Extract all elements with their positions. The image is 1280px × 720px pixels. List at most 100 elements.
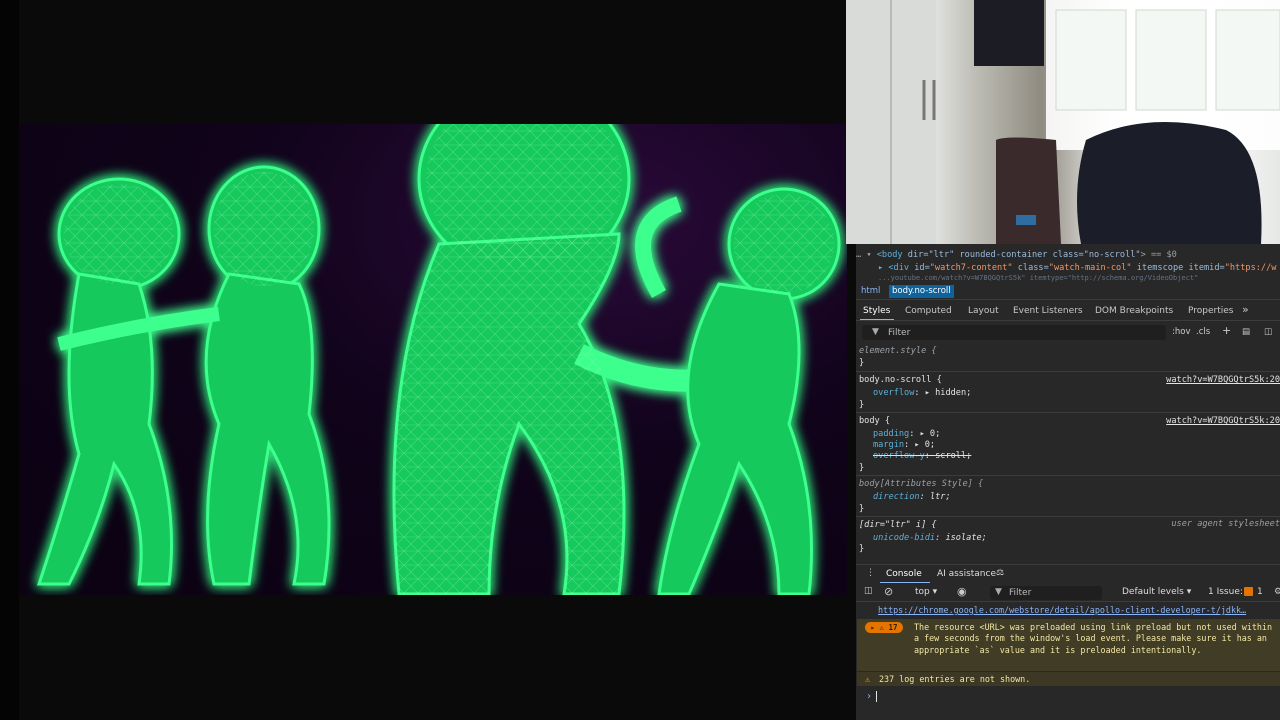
chevron-right-icon: › — [866, 691, 873, 702]
rule-source-link[interactable]: watch?v=W7BQGQtrS5k:20 — [1166, 374, 1280, 386]
warning-icon: ⚠ — [865, 674, 871, 684]
css-property: padding — [873, 429, 910, 439]
dom-node-cut: ...youtube.com/watch?v=W7BQGQtrS5k" item… — [856, 274, 1280, 282]
warning-icon[interactable]: ▸ ⚠ 17 — [865, 622, 903, 633]
context-value: top — [915, 587, 930, 597]
hidden-entries-text: 237 log entries are not shown. — [879, 674, 1031, 684]
rule-selector[interactable]: body { — [859, 415, 890, 427]
console-input-caret[interactable] — [876, 691, 877, 702]
dom-line-prefix: … ▾ — [856, 250, 872, 260]
selector-text: element.style { — [859, 346, 937, 356]
rule-selector[interactable]: [dir="ltr" i] { — [859, 519, 937, 531]
rule-close: } — [859, 358, 865, 368]
rule-source-link[interactable]: watch?v=W7BQGQtrS5k:20 — [1166, 415, 1280, 427]
video-player[interactable] — [0, 0, 856, 720]
context-select[interactable]: top ▾ — [915, 587, 937, 597]
rule-close: } — [859, 504, 865, 514]
console-filter-input[interactable]: ▼ Filter — [990, 586, 1102, 600]
dom-attr-value: "watch-main-col" — [1048, 263, 1132, 273]
dom-attr: class= — [1012, 263, 1049, 273]
css-value: 0; — [929, 429, 941, 439]
active-tab-indicator — [860, 319, 894, 320]
cls-toggle[interactable]: .cls — [1196, 327, 1210, 337]
tab-layout[interactable]: Layout — [968, 306, 999, 316]
dom-tag: ▸ <div — [878, 263, 910, 273]
rule-divider — [856, 516, 1280, 517]
rule-selector[interactable]: body.no-scroll { — [859, 374, 942, 386]
dock-icon[interactable]: ◫ — [864, 586, 873, 596]
neon-wireframe-dancers — [36, 124, 841, 595]
tab-console[interactable]: Console — [886, 569, 922, 579]
issues-label[interactable]: 1 Issue: — [1208, 587, 1243, 597]
rule-selector[interactable]: element.style { — [859, 345, 937, 357]
styles-filter-input[interactable]: ▼ Filter — [862, 325, 1166, 340]
tab-dom-breakpoints[interactable]: DOM Breakpoints — [1095, 306, 1173, 316]
video-frame[interactable] — [19, 124, 847, 595]
webcam-room-scene — [846, 0, 1280, 244]
styles-tabbar: Styles Computed Layout Event Listeners D… — [856, 303, 1280, 321]
dom-attr: id= — [909, 263, 930, 273]
dom-attr: itemscope itemid= — [1131, 263, 1225, 273]
css-property: unicode-bidi — [873, 533, 936, 543]
settings-icon[interactable]: ⚙ — [1274, 587, 1280, 597]
console-output[interactable]: https://chrome.google.com/webstore/detai… — [856, 603, 1280, 720]
dom-suffix: > == $0 — [1140, 250, 1177, 260]
computed-styles-icon[interactable]: ▤ — [1242, 327, 1250, 337]
block-icon[interactable]: ⊘ — [884, 585, 893, 598]
dom-attr-value: "https://w — [1224, 263, 1277, 273]
rule-divider — [856, 412, 1280, 413]
log-levels-value: Default levels — [1122, 587, 1184, 597]
hidden-entries-notice: ⚠ 237 log entries are not shown. — [857, 672, 1280, 686]
css-property: direction — [873, 492, 920, 502]
toggle-sidebar-icon[interactable]: ◫ — [1264, 327, 1272, 337]
breadcrumb-body[interactable]: body.no-scroll — [889, 285, 954, 298]
video-left-gutter — [0, 0, 19, 720]
css-value: scroll; — [935, 451, 972, 461]
rule-divider — [856, 475, 1280, 476]
tab-styles[interactable]: Styles — [863, 306, 890, 316]
webcam-overlay — [846, 0, 1280, 244]
dom-attrs: dir="ltr" rounded-container class="no-sc… — [902, 250, 1141, 260]
css-property: margin — [873, 440, 905, 450]
drawer-menu-icon[interactable]: ⋮ — [866, 568, 875, 578]
css-value: isolate; — [945, 533, 987, 543]
new-rule-icon[interactable]: + — [1222, 324, 1231, 337]
log-levels-select[interactable]: Default levels ▾ — [1122, 587, 1191, 597]
flask-icon: ⚖ — [996, 568, 1005, 578]
rule-selector[interactable]: body[Attributes Style] { — [859, 478, 983, 490]
filter-placeholder: Filter — [888, 328, 911, 338]
devtools-panel[interactable]: … ▾ <body dir="ltr" rounded-container cl… — [856, 244, 1280, 720]
console-warning-message[interactable]: ▸ ⚠ 17 The resource <URL> was preloaded … — [857, 619, 1280, 671]
rule-close: } — [859, 463, 865, 473]
filter-icon: ▼ — [872, 327, 879, 337]
rule-divider — [856, 371, 1280, 372]
css-property: overflow — [873, 388, 915, 398]
css-value: ltr; — [929, 492, 951, 502]
rule-declaration-overridden[interactable]: overflow-y: scroll; — [873, 450, 971, 462]
css-value: hidden; — [935, 388, 972, 398]
tab-event-listeners[interactable]: Event Listeners — [1013, 306, 1083, 316]
rule-declaration[interactable]: overflow: ▸ hidden; — [873, 387, 971, 399]
style-rules: element.style { } body.no-scroll { watch… — [856, 343, 1280, 559]
dom-tag: <body — [876, 250, 903, 260]
rule-close: } — [859, 544, 865, 554]
tab-computed[interactable]: Computed — [905, 306, 952, 316]
styles-filter-row: ▼ Filter :hov .cls + ▤ ◫ — [856, 324, 1280, 341]
tab-properties[interactable]: Properties — [1188, 306, 1233, 316]
more-tabs-icon[interactable]: » — [1242, 303, 1249, 316]
dom-node-body[interactable]: … ▾ <body dir="ltr" rounded-container cl… — [856, 249, 1280, 262]
console-link[interactable]: https://chrome.google.com/webstore/detai… — [878, 605, 1246, 615]
dom-attr-value: "watch7-content" — [929, 263, 1013, 273]
hov-toggle[interactable]: :hov — [1172, 327, 1190, 337]
tab-ai-assistance[interactable]: AI assistance — [937, 569, 996, 579]
breadcrumb-html[interactable]: html — [858, 285, 883, 298]
selector-text: body[Attributes Style] { — [859, 479, 984, 489]
issue-badge-icon — [1244, 587, 1253, 596]
css-property: overflow-y — [873, 451, 925, 461]
rule-declaration[interactable]: unicode-bidi: isolate; — [873, 532, 987, 544]
rule-declaration[interactable]: direction: ltr; — [873, 491, 951, 503]
active-tab-indicator — [880, 582, 930, 583]
rule-source-ua: user agent stylesheet — [1171, 519, 1280, 529]
issues-count: 1 — [1257, 587, 1263, 597]
eye-icon[interactable]: ◉ — [957, 585, 967, 598]
